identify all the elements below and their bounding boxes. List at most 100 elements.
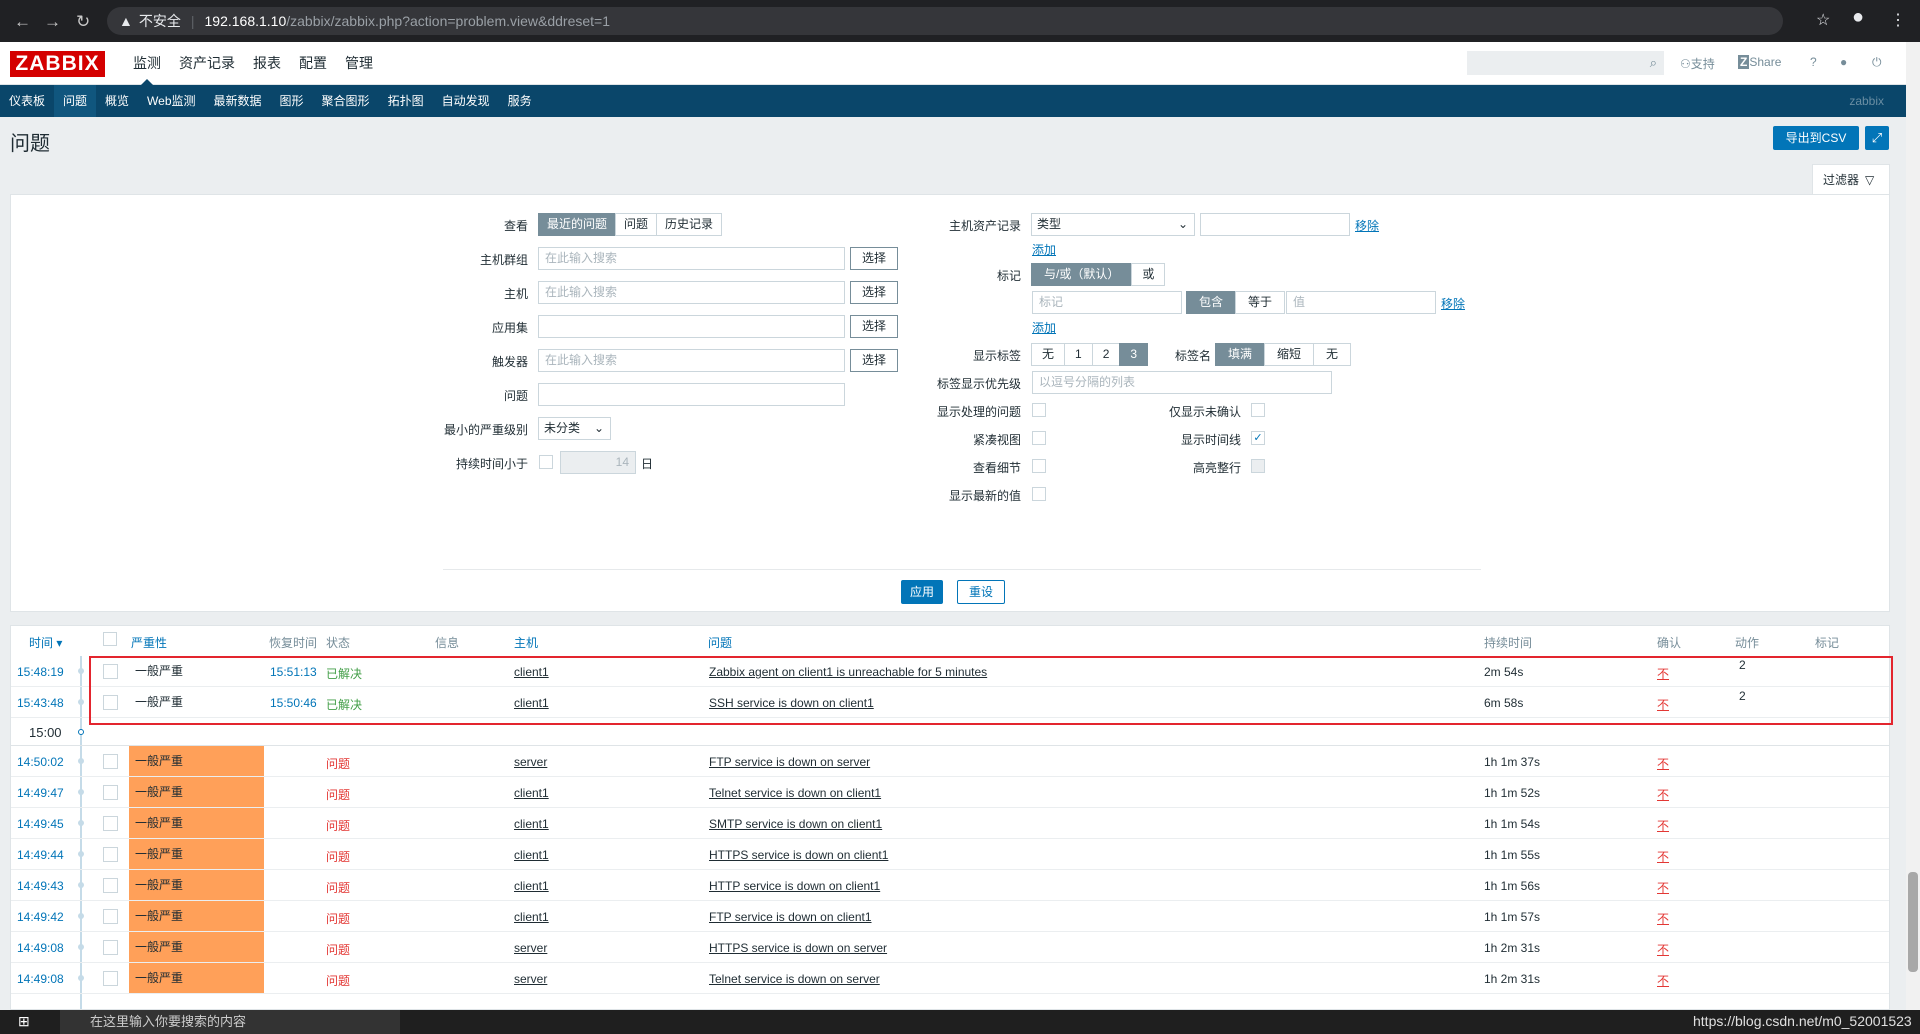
hosts-select-button[interactable]: 选择 (850, 281, 898, 304)
submenu-services[interactable]: 服务 (499, 85, 541, 117)
user-profile-icon[interactable]: ● (1840, 55, 1847, 69)
highlight-row-checkbox[interactable] (1251, 459, 1265, 473)
row-host[interactable]: server (514, 972, 547, 986)
search-icon[interactable]: ⌕ (1650, 55, 1657, 71)
tag-name-short[interactable]: 缩短 (1264, 343, 1315, 366)
row-time[interactable]: 15:43:48 (17, 696, 64, 710)
menu-administration[interactable]: 管理 (336, 42, 382, 85)
row-time[interactable]: 15:48:19 (17, 665, 64, 679)
row-time[interactable]: 14:50:02 (17, 755, 64, 769)
zabbix-logo[interactable]: ZABBIX (10, 51, 105, 77)
show-details-checkbox[interactable] (1032, 459, 1046, 473)
row-checkbox[interactable] (103, 785, 118, 800)
reload-icon[interactable]: ↻ (76, 12, 90, 32)
row-time[interactable]: 14:49:43 (17, 879, 64, 893)
age-days-input[interactable]: 14 (560, 451, 636, 474)
row-time[interactable]: 14:49:08 (17, 941, 64, 955)
row-ack[interactable]: 不 (1657, 910, 1669, 927)
row-problem[interactable]: Telnet service is down on server (709, 972, 880, 986)
tag-value-input[interactable]: 值 (1286, 291, 1436, 314)
submenu-maps[interactable]: 拓扑图 (379, 85, 433, 117)
back-icon[interactable]: ← (14, 12, 31, 32)
row-problem[interactable]: HTTPS service is down on client1 (709, 848, 888, 862)
row-host[interactable]: client1 (514, 879, 549, 893)
submenu-problems[interactable]: 问题 (54, 85, 97, 117)
menu-monitoring[interactable]: 监测 (124, 42, 170, 85)
row-checkbox[interactable] (103, 940, 118, 955)
hosts-input[interactable]: 在此输入搜索 (538, 281, 845, 304)
show-problems[interactable]: 问题 (615, 213, 658, 236)
show-tags-1[interactable]: 1 (1064, 343, 1093, 366)
col-severity[interactable]: 严重性 (131, 634, 167, 651)
submenu-dashboard[interactable]: 仪表板 (0, 85, 54, 117)
col-problem[interactable]: 问题 (708, 634, 732, 651)
row-host[interactable]: server (514, 941, 547, 955)
export-csv-button[interactable]: 导出到CSV (1773, 126, 1859, 150)
tag-remove-link[interactable]: 移除 (1441, 295, 1465, 312)
row-problem[interactable]: FTP service is down on server (709, 755, 870, 769)
windows-start-icon[interactable]: ⊞ (18, 1013, 30, 1030)
row-host[interactable]: server (514, 755, 547, 769)
forward-icon[interactable]: → (44, 12, 61, 32)
row-time[interactable]: 14:49:45 (17, 817, 64, 831)
row-host[interactable]: client1 (514, 848, 549, 862)
submenu-discovery[interactable]: 自动发现 (433, 85, 499, 117)
problem-input[interactable] (538, 383, 845, 406)
tag-name-none[interactable]: 无 (1313, 343, 1352, 366)
age-checkbox[interactable] (539, 455, 553, 469)
row-problem[interactable]: HTTP service is down on client1 (709, 879, 880, 893)
show-tags-2[interactable]: 2 (1091, 343, 1121, 366)
sign-out-icon[interactable]: ⏻ (1872, 55, 1882, 70)
inventory-remove-link[interactable]: 移除 (1355, 217, 1379, 234)
inventory-add-link[interactable]: 添加 (1032, 241, 1056, 258)
menu-configuration[interactable]: 配置 (290, 42, 336, 85)
row-problem[interactable]: HTTPS service is down on server (709, 941, 887, 955)
row-ack[interactable]: 不 (1657, 972, 1669, 989)
row-ack[interactable]: 不 (1657, 755, 1669, 772)
filter-tab[interactable]: 过滤器 ▽ (1812, 164, 1890, 194)
row-checkbox[interactable] (103, 909, 118, 924)
apply-button[interactable]: 应用 (901, 580, 943, 604)
compact-view-checkbox[interactable] (1032, 431, 1046, 445)
row-host[interactable]: client1 (514, 786, 549, 800)
share-link[interactable]: Z Share (1738, 55, 1781, 69)
menu-inventory[interactable]: 资产记录 (170, 42, 244, 85)
row-checkbox[interactable] (103, 816, 118, 831)
row-problem[interactable]: SMTP service is down on client1 (709, 817, 882, 831)
row-ack[interactable]: 不 (1657, 879, 1669, 896)
taskbar-search-input[interactable]: 在这里输入你要搜索的内容 (60, 1010, 400, 1034)
triggers-input[interactable]: 在此输入搜索 (538, 349, 845, 372)
page-scrollbar[interactable] (1906, 42, 1920, 1010)
show-history[interactable]: 历史记录 (656, 213, 723, 236)
tag-op-equals[interactable]: 等于 (1235, 291, 1286, 314)
submenu-graphs[interactable]: 图形 (271, 85, 313, 117)
application-select-button[interactable]: 选择 (850, 315, 898, 338)
scrollbar-thumb[interactable] (1908, 872, 1918, 972)
show-tags-3[interactable]: 3 (1119, 343, 1149, 366)
row-time[interactable]: 14:49:47 (17, 786, 64, 800)
min-severity-select[interactable]: 未分类 ⌄ (538, 417, 611, 440)
tag-op-contains[interactable]: 包含 (1186, 291, 1237, 314)
submenu-overview[interactable]: 概览 (96, 85, 138, 117)
row-time[interactable]: 14:49:44 (17, 848, 64, 862)
support-link[interactable]: ⚇支持 (1680, 55, 1715, 72)
star-icon[interactable]: ☆ (1816, 10, 1830, 30)
row-checkbox[interactable] (103, 878, 118, 893)
show-timeline-checkbox[interactable]: ✓ (1251, 431, 1265, 445)
row-checkbox[interactable] (103, 754, 118, 769)
col-host[interactable]: 主机 (514, 634, 538, 651)
host-groups-input[interactable]: 在此输入搜索 (538, 247, 845, 270)
col-time[interactable]: 时间 ▾ (29, 634, 62, 651)
row-ack[interactable]: 不 (1657, 817, 1669, 834)
reset-button[interactable]: 重设 (957, 580, 1005, 604)
show-recent-problems[interactable]: 最近的问题 (538, 213, 617, 236)
triggers-select-button[interactable]: 选择 (850, 349, 898, 372)
help-icon[interactable]: ? (1810, 55, 1817, 69)
submenu-latest-data[interactable]: 最新数据 (205, 85, 271, 117)
row-host[interactable]: client1 (514, 910, 549, 924)
row-time[interactable]: 14:49:42 (17, 910, 64, 924)
row-checkbox[interactable] (103, 971, 118, 986)
unacknowledged-checkbox[interactable] (1251, 403, 1265, 417)
tag-name-full[interactable]: 填满 (1215, 343, 1266, 366)
inventory-value-input[interactable] (1200, 213, 1350, 236)
